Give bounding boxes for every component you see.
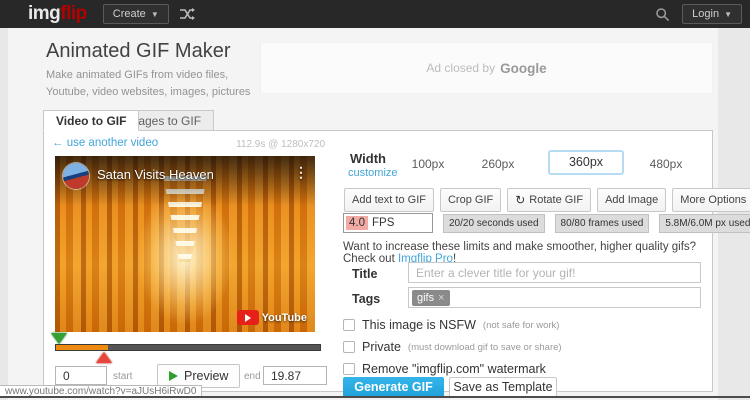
customize-width-link[interactable]: customize (348, 167, 398, 179)
width-label: Width (350, 151, 386, 166)
tags-label: Tags (352, 292, 381, 306)
rotate-icon: ↻ (515, 193, 526, 207)
youtube-play-icon (236, 310, 259, 325)
more-options-label: More Options (680, 194, 747, 206)
rotate-gif-button[interactable]: ↻ Rotate GIF (507, 188, 592, 212)
play-icon (169, 371, 178, 381)
create-menu-label: Create (112, 8, 146, 20)
trim-start-marker[interactable] (51, 333, 67, 344)
width-option-480px[interactable]: 480px (644, 157, 688, 171)
watermark-checkbox[interactable] (343, 363, 355, 375)
rotate-gif-label: Rotate GIF (529, 194, 584, 206)
add-image-label: Add Image (605, 194, 659, 206)
pixels-used-badge: 5.8M/6.0M px used (659, 213, 750, 233)
add-text-button[interactable]: Add text to GIF (344, 188, 434, 212)
frames-used-badge: 80/80 frames used (554, 213, 650, 233)
page-title: Animated GIF Maker (46, 40, 231, 62)
login-menu-label: Login (692, 8, 720, 20)
tag-chip-label: gifs (417, 291, 435, 304)
gif-action-buttons: Add text to GIF Crop GIF ↻ Rotate GIF Add… (344, 188, 750, 212)
tags-input[interactable]: gifs × (408, 287, 701, 308)
usage-stats-row: 4.0 FPS 20/20 seconds used 80/80 frames … (343, 213, 750, 233)
youtube-logo[interactable]: YouTube (236, 310, 307, 325)
trim-track[interactable] (55, 344, 321, 351)
video-player[interactable]: Satan Visits Heaven ⋮ YouTube (55, 156, 315, 332)
seconds-used-badge: 20/20 seconds used (443, 213, 545, 233)
crop-gif-label: Crop GIF (447, 194, 494, 206)
search-icon[interactable] (655, 7, 670, 22)
watermark-checkbox-row: Remove "imgflip.com" watermark (343, 362, 546, 376)
use-another-video-link[interactable]: ← use another video (52, 137, 158, 149)
width-option-260px[interactable]: 260px (476, 157, 520, 171)
tag-remove-icon[interactable]: × (438, 292, 444, 304)
nsfw-label: This image is NSFW (362, 318, 476, 332)
logo-img-text: img (28, 3, 61, 24)
preview-button-label: Preview (184, 369, 229, 383)
more-vert-icon[interactable]: ⋮ (294, 164, 308, 181)
private-checkbox-row: Private (must download gif to save or sh… (343, 340, 562, 354)
add-text-label: Add text to GIF (352, 194, 426, 206)
end-time-input[interactable] (263, 366, 327, 385)
generate-gif-button[interactable]: Generate GIF (343, 377, 444, 397)
save-as-template-button[interactable]: Save as Template (449, 377, 557, 397)
video-title: Satan Visits Heaven (97, 167, 214, 182)
logo-flip-text: flip (60, 3, 87, 24)
private-note: (must download gif to save or share) (407, 341, 562, 353)
youtube-logo-text: YouTube (261, 311, 307, 324)
fps-value-highlighted: 4.0 (346, 216, 368, 230)
nsfw-checkbox-row: This image is NSFW (not safe for work) (343, 318, 559, 332)
watermark-label: Remove "imgflip.com" watermark (362, 362, 546, 376)
tag-chip-gifs[interactable]: gifs × (412, 289, 450, 306)
add-image-button[interactable]: Add Image (597, 188, 667, 212)
more-options-button[interactable]: More Options▼ (672, 188, 750, 212)
tab-video-to-gif[interactable]: Video to GIF (43, 110, 140, 131)
start-label: start (113, 371, 133, 382)
ad-closed-text: Ad closed by (426, 61, 496, 75)
width-option-360px-selected[interactable]: 360px (548, 150, 624, 175)
gif-title-input[interactable] (408, 262, 701, 283)
trim-selected-range (56, 345, 108, 350)
top-navbar: imgflip Create ▼ Login ▼ (0, 0, 750, 28)
login-menu-button[interactable]: Login ▼ (682, 4, 742, 24)
google-logo-text: Google (500, 60, 547, 76)
fps-input[interactable]: 4.0 FPS (343, 213, 433, 233)
navbar-right: Login ▼ (655, 4, 742, 24)
trim-end-marker[interactable] (96, 352, 112, 363)
window-bottom-edge (0, 396, 750, 398)
private-checkbox[interactable] (343, 341, 355, 353)
video-duration-resolution: 112.9s @ 1280x720 (236, 139, 325, 150)
start-time-input[interactable] (55, 366, 107, 385)
caret-down-icon: ▼ (724, 9, 732, 19)
shuffle-icon[interactable] (179, 8, 196, 20)
channel-avatar (63, 163, 89, 189)
crop-gif-button[interactable]: Crop GIF (439, 188, 502, 212)
title-label: Title (352, 267, 378, 281)
end-label: end (244, 371, 261, 382)
page-subtitle: Make animated GIFs from video files, You… (46, 69, 251, 98)
page: imgflip Create ▼ Login ▼ Animated GIF Ma… (0, 0, 750, 400)
width-option-100px[interactable]: 100px (406, 157, 450, 171)
ad-slot: Ad closed by Google (260, 42, 713, 94)
caret-down-icon: ▼ (150, 9, 159, 19)
private-label: Private (362, 340, 401, 354)
nsfw-note: (not safe for work) (482, 319, 560, 331)
nsfw-checkbox[interactable] (343, 319, 355, 331)
fps-unit-label: FPS (372, 217, 395, 229)
imgflip-logo[interactable]: imgflip (28, 3, 87, 25)
create-menu-button[interactable]: Create ▼ (102, 4, 169, 24)
